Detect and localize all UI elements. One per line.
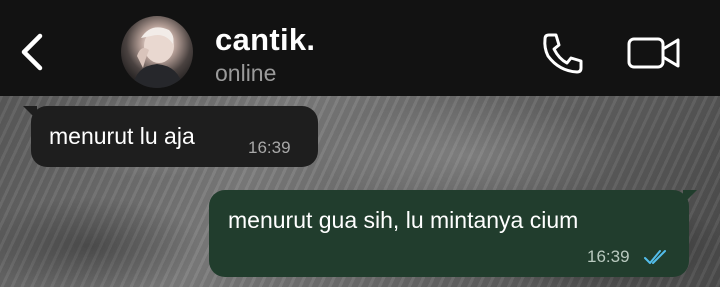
double-check-read-icon [644,250,666,264]
outgoing-message-bubble[interactable]: menurut gua sih, lu mintanya cium 16:39 [209,190,697,277]
message-text: menurut gua sih, lu mintanya cium [228,207,579,233]
incoming-message-bubble[interactable]: menurut lu aja 16:39 [23,106,318,167]
message-text: menurut lu aja [49,123,195,149]
contact-status: online [215,60,277,86]
voice-call-button[interactable] [540,30,586,76]
contact-name[interactable]: cantik. [215,22,315,58]
back-button[interactable] [14,30,50,74]
message-timestamp: 16:39 [587,247,630,266]
chat-header: cantik. online [0,0,720,96]
video-call-button[interactable] [626,34,682,72]
phone-icon [543,33,583,74]
video-camera-icon [627,37,680,69]
avatar-photo [133,27,183,88]
avatar[interactable] [121,16,193,88]
message-timestamp: 16:39 [248,138,291,157]
chevron-left-icon [21,33,43,71]
